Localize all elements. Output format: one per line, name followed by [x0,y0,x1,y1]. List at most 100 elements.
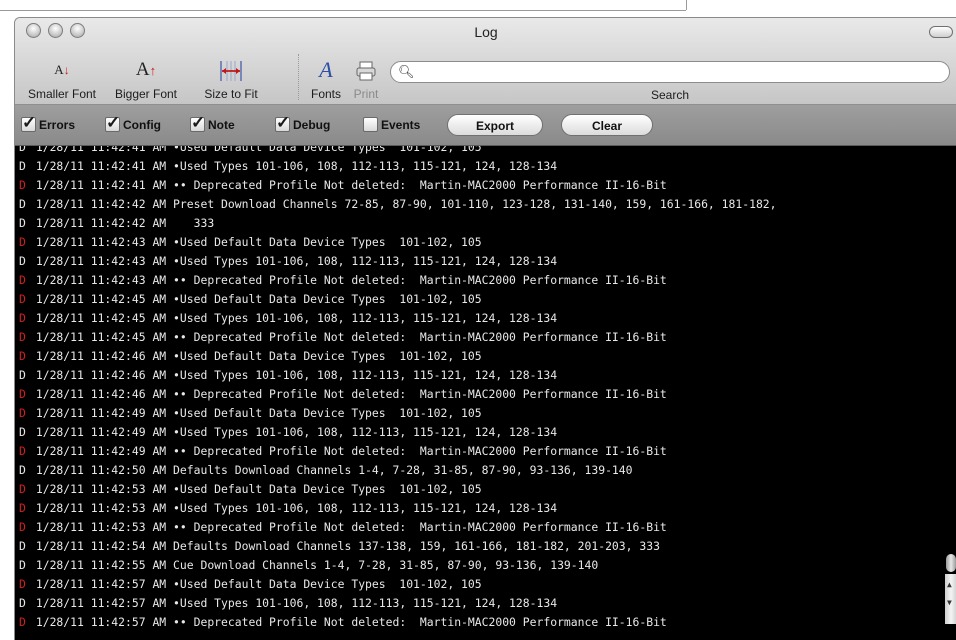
smaller-font-icon: A↓ [54,62,70,77]
log-timestamp: 1/28/11 11:42:45 AM [35,330,167,344]
checkbox-icon: ✓ [190,113,206,132]
print-button[interactable]: Print [347,54,385,101]
log-line: D 1/28/11 11:42:43 AM •Used Default Data… [19,233,941,252]
log-timestamp: 1/28/11 11:42:57 AM [35,615,167,629]
log-message: •• Deprecated Profile Not deleted: Marti… [173,615,667,629]
log-level: D [19,235,26,249]
log-timestamp: 1/28/11 11:42:42 AM [35,216,167,230]
log-line: D 1/28/11 11:42:49 AM •Used Types 101-10… [19,423,941,442]
scroll-up-icon[interactable]: ▲ [947,580,952,589]
log-message: •Used Types 101-106, 108, 112-113, 115-1… [173,425,558,439]
search-field[interactable]: 🔍︎ [390,61,950,83]
events-checkbox[interactable]: Events [363,117,420,132]
log-line: D 1/28/11 11:42:53 AM •• Deprecated Prof… [19,518,941,537]
log-message: •Used Types 101-106, 108, 112-113, 115-1… [173,368,558,382]
log-timestamp: 1/28/11 11:42:46 AM [35,368,167,382]
log-level: D [19,292,26,306]
log-message: •Used Types 101-106, 108, 112-113, 115-1… [173,501,558,515]
scroll-down-icon[interactable]: ▼ [947,598,952,607]
log-message: Defaults Download Channels 137-138, 159,… [173,539,660,553]
toolbar-separator [298,54,299,100]
log-message: •Used Default Data Device Types 101-102,… [173,577,482,591]
search-input[interactable] [417,64,937,82]
log-level: D [19,596,26,610]
log-level: D [19,520,26,534]
log-level: D [19,406,26,420]
checkbox-icon: ✓ [105,113,121,132]
log-line: D 1/28/11 11:42:46 AM •• Deprecated Prof… [19,385,941,404]
log-message: •Used Default Data Device Types 101-102,… [173,482,482,496]
scroll-arrows[interactable]: ▲ ▼ [945,574,956,624]
log-line: D 1/28/11 11:42:45 AM •Used Types 101-10… [19,309,941,328]
log-timestamp: 1/28/11 11:42:41 AM [35,146,167,154]
log-message: 333 [173,216,215,230]
size-to-fit-icon [191,54,271,86]
log-timestamp: 1/28/11 11:42:43 AM [35,273,167,287]
search-label: Search [650,88,690,102]
log-timestamp: 1/28/11 11:42:43 AM [35,235,167,249]
log-level: D [19,349,26,363]
log-view[interactable]: D 1/28/11 11:42:41 AM •Used Default Data… [15,146,956,640]
log-level: D [19,216,26,230]
log-timestamp: 1/28/11 11:42:55 AM [35,558,167,572]
log-level: D [19,425,26,439]
vertical-scrollbar[interactable]: ▲ ▼ [945,146,956,640]
filter-bar: ✓ Errors ✓ Config ✓ Note ✓ Debug Events Expo… [15,105,956,146]
toolbar: Log A↓ Smaller Font A↑ Bigger Font Size … [15,18,956,105]
log-message: •Used Default Data Device Types 101-102,… [173,292,482,306]
log-message: •Used Types 101-106, 108, 112-113, 115-1… [173,311,558,325]
toolbar-toggle-button[interactable] [929,26,953,38]
background-line [0,0,686,11]
size-to-fit-button[interactable]: Size to Fit [191,54,271,101]
debug-checkbox[interactable]: ✓ Debug [275,113,330,132]
log-message: •Used Types 101-106, 108, 112-113, 115-1… [173,254,558,268]
log-line: D 1/28/11 11:42:53 AM •Used Default Data… [19,480,941,499]
log-line: D 1/28/11 11:42:45 AM •Used Default Data… [19,290,941,309]
size-to-fit-label: Size to Fit [204,87,258,101]
log-level: D [19,254,26,268]
log-timestamp: 1/28/11 11:42:41 AM [35,159,167,173]
config-checkbox[interactable]: ✓ Config [105,113,161,132]
log-timestamp: 1/28/11 11:42:42 AM [35,197,167,211]
log-level: D [19,501,26,515]
log-timestamp: 1/28/11 11:42:45 AM [35,292,167,306]
window-title: Log [474,24,498,40]
log-level: D [19,558,26,572]
log-line: D 1/28/11 11:42:42 AM 333 [19,214,941,233]
log-message: Defaults Download Channels 1-4, 7-28, 31… [173,463,633,477]
log-lines: D 1/28/11 11:42:41 AM •Used Default Data… [19,146,941,632]
export-button[interactable]: Export [447,114,543,136]
log-timestamp: 1/28/11 11:42:53 AM [35,520,167,534]
scroll-thumb[interactable] [946,554,956,572]
bigger-font-button[interactable]: A↑ Bigger Font [105,54,187,101]
log-timestamp: 1/28/11 11:42:57 AM [35,577,167,591]
errors-checkbox[interactable]: ✓ Errors [21,113,75,132]
log-timestamp: 1/28/11 11:42:46 AM [35,387,167,401]
clear-button[interactable]: Clear [561,114,653,136]
log-timestamp: 1/28/11 11:42:49 AM [35,444,167,458]
log-message: •Used Types 101-106, 108, 112-113, 115-1… [173,159,558,173]
background-tick [686,0,687,10]
print-label: Print [353,87,379,101]
log-level: D [19,146,26,154]
smaller-font-button[interactable]: A↓ Smaller Font [25,54,99,101]
log-window: Log A↓ Smaller Font A↑ Bigger Font Size … [14,17,956,640]
log-timestamp: 1/28/11 11:42:54 AM [35,539,167,553]
log-timestamp: 1/28/11 11:42:50 AM [35,463,167,477]
fonts-label: Fonts [310,87,341,101]
log-timestamp: 1/28/11 11:42:41 AM [35,178,167,192]
log-timestamp: 1/28/11 11:42:46 AM [35,349,167,363]
checkbox-icon [363,117,378,132]
log-line: D 1/28/11 11:42:41 AM •Used Default Data… [19,146,941,157]
log-line: D 1/28/11 11:42:54 AM Defaults Download … [19,537,941,556]
note-checkbox[interactable]: ✓ Note [190,113,235,132]
fonts-button[interactable]: A Fonts [303,54,349,101]
log-level: D [19,178,26,192]
log-message: •Used Default Data Device Types 101-102,… [173,406,482,420]
log-level: D [19,159,26,173]
log-line: D 1/28/11 11:42:57 AM •• Deprecated Prof… [19,613,941,632]
log-line: D 1/28/11 11:42:41 AM •• Deprecated Prof… [19,176,941,195]
log-level: D [19,463,26,477]
log-line: D 1/28/11 11:42:57 AM •Used Default Data… [19,575,941,594]
log-level: D [19,330,26,344]
